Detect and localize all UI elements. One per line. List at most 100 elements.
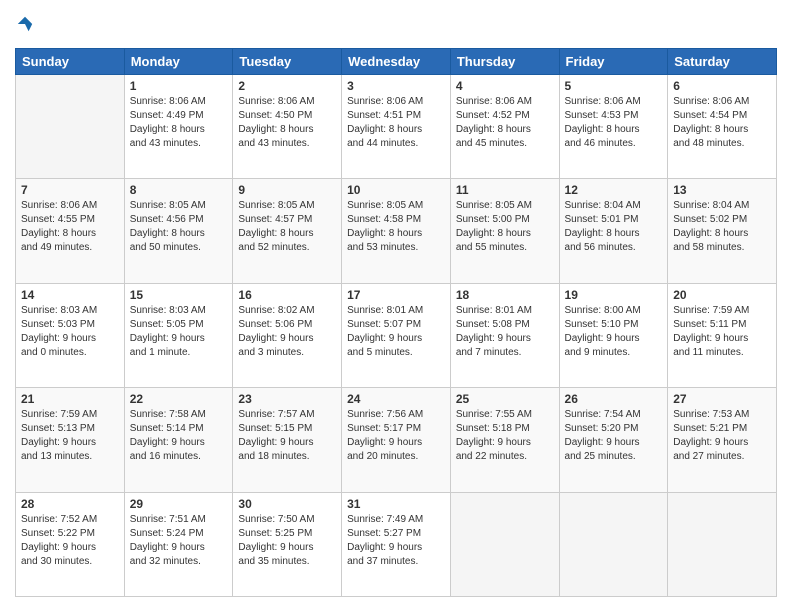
day-info: Sunrise: 8:06 AM Sunset: 4:53 PM Dayligh… <box>565 95 663 151</box>
calendar-cell: 23 Sunrise: 7:57 AM Sunset: 5:15 PM Dayli… <box>233 388 342 492</box>
calendar-header-tuesday: Tuesday <box>233 49 342 75</box>
day-info: Sunrise: 7:52 AM Sunset: 5:22 PM Dayligh… <box>21 513 119 569</box>
calendar-header-saturday: Saturday <box>668 49 777 75</box>
day-number: 19 <box>565 288 663 302</box>
day-number: 12 <box>565 183 663 197</box>
calendar-cell: 3 Sunrise: 8:06 AM Sunset: 4:51 PM Daylig… <box>342 75 451 179</box>
day-number: 3 <box>347 79 445 93</box>
day-info: Sunrise: 7:53 AM Sunset: 5:21 PM Dayligh… <box>673 408 771 464</box>
day-info: Sunrise: 8:04 AM Sunset: 5:01 PM Dayligh… <box>565 199 663 255</box>
logo-icon <box>16 15 34 33</box>
day-info: Sunrise: 8:04 AM Sunset: 5:02 PM Dayligh… <box>673 199 771 255</box>
calendar-header-friday: Friday <box>559 49 668 75</box>
calendar-week-row: 14 Sunrise: 8:03 AM Sunset: 5:03 PM Dayli… <box>16 283 777 387</box>
calendar-cell: 13 Sunrise: 8:04 AM Sunset: 5:02 PM Dayli… <box>668 179 777 283</box>
day-info: Sunrise: 8:01 AM Sunset: 5:07 PM Dayligh… <box>347 304 445 360</box>
day-info: Sunrise: 8:00 AM Sunset: 5:10 PM Dayligh… <box>565 304 663 360</box>
calendar-header-wednesday: Wednesday <box>342 49 451 75</box>
day-number: 30 <box>238 497 336 511</box>
calendar-header-sunday: Sunday <box>16 49 125 75</box>
day-info: Sunrise: 7:49 AM Sunset: 5:27 PM Dayligh… <box>347 513 445 569</box>
calendar-cell: 28 Sunrise: 7:52 AM Sunset: 5:22 PM Dayli… <box>16 492 125 596</box>
day-number: 25 <box>456 392 554 406</box>
calendar-cell: 8 Sunrise: 8:05 AM Sunset: 4:56 PM Daylig… <box>124 179 233 283</box>
day-number: 6 <box>673 79 771 93</box>
calendar-header-monday: Monday <box>124 49 233 75</box>
calendar-cell: 5 Sunrise: 8:06 AM Sunset: 4:53 PM Daylig… <box>559 75 668 179</box>
calendar-cell: 22Sunrise: 7:58 AM Sunset: 5:14 PM Dayli… <box>124 388 233 492</box>
day-info: Sunrise: 8:06 AM Sunset: 4:49 PM Dayligh… <box>130 95 228 151</box>
day-number: 23 <box>238 392 336 406</box>
calendar-cell: 4 Sunrise: 8:06 AM Sunset: 4:52 PM Daylig… <box>450 75 559 179</box>
day-number: 1 <box>130 79 228 93</box>
day-number: 2 <box>238 79 336 93</box>
day-info: Sunrise: 7:51 AM Sunset: 5:24 PM Dayligh… <box>130 513 228 569</box>
calendar-cell: 26 Sunrise: 7:54 AM Sunset: 5:20 PM Dayli… <box>559 388 668 492</box>
calendar-cell: 25 Sunrise: 7:55 AM Sunset: 5:18 PM Dayli… <box>450 388 559 492</box>
day-info: Sunrise: 7:56 AM Sunset: 5:17 PM Dayligh… <box>347 408 445 464</box>
day-number: 13 <box>673 183 771 197</box>
calendar-cell: 2 Sunrise: 8:06 AM Sunset: 4:50 PM Daylig… <box>233 75 342 179</box>
calendar-cell: 17 Sunrise: 8:01 AM Sunset: 5:07 PM Dayli… <box>342 283 451 387</box>
calendar-cell: 15 Sunrise: 8:03 AM Sunset: 5:05 PM Dayli… <box>124 283 233 387</box>
calendar-cell: 27 Sunrise: 7:53 AM Sunset: 5:21 PM Dayli… <box>668 388 777 492</box>
day-number: 18 <box>456 288 554 302</box>
day-info: Sunrise: 7:50 AM Sunset: 5:25 PM Dayligh… <box>238 513 336 569</box>
day-number: 28 <box>21 497 119 511</box>
day-number: 31 <box>347 497 445 511</box>
day-number: 8 <box>130 183 228 197</box>
day-number: 5 <box>565 79 663 93</box>
calendar-cell: 29Sunrise: 7:51 AM Sunset: 5:24 PM Dayli… <box>124 492 233 596</box>
calendar-cell: 7 Sunrise: 8:06 AM Sunset: 4:55 PM Daylig… <box>16 179 125 283</box>
calendar-header-thursday: Thursday <box>450 49 559 75</box>
calendar-cell: 20 Sunrise: 7:59 AM Sunset: 5:11 PM Dayli… <box>668 283 777 387</box>
day-number: 15 <box>130 288 228 302</box>
calendar-cell <box>450 492 559 596</box>
calendar-week-row: 1 Sunrise: 8:06 AM Sunset: 4:49 PM Daylig… <box>16 75 777 179</box>
calendar-cell: 30 Sunrise: 7:50 AM Sunset: 5:25 PM Dayli… <box>233 492 342 596</box>
calendar-week-row: 7 Sunrise: 8:06 AM Sunset: 4:55 PM Daylig… <box>16 179 777 283</box>
day-info: Sunrise: 8:06 AM Sunset: 4:55 PM Dayligh… <box>21 199 119 255</box>
day-number: 17 <box>347 288 445 302</box>
calendar-cell: 19 Sunrise: 8:00 AM Sunset: 5:10 PM Dayli… <box>559 283 668 387</box>
day-number: 22 <box>130 392 228 406</box>
calendar-cell: 12 Sunrise: 8:04 AM Sunset: 5:01 PM Dayli… <box>559 179 668 283</box>
calendar-cell: 31 Sunrise: 7:49 AM Sunset: 5:27 PM Dayli… <box>342 492 451 596</box>
calendar-table: SundayMondayTuesdayWednesdayThursdayFrid… <box>15 48 777 597</box>
calendar-cell <box>559 492 668 596</box>
day-number: 16 <box>238 288 336 302</box>
day-number: 4 <box>456 79 554 93</box>
day-info: Sunrise: 8:06 AM Sunset: 4:52 PM Dayligh… <box>456 95 554 151</box>
day-info: Sunrise: 8:05 AM Sunset: 4:58 PM Dayligh… <box>347 199 445 255</box>
day-info: Sunrise: 8:03 AM Sunset: 5:05 PM Dayligh… <box>130 304 228 360</box>
day-number: 7 <box>21 183 119 197</box>
day-info: Sunrise: 7:59 AM Sunset: 5:11 PM Dayligh… <box>673 304 771 360</box>
calendar-cell: 6 Sunrise: 8:06 AM Sunset: 4:54 PM Daylig… <box>668 75 777 179</box>
day-number: 14 <box>21 288 119 302</box>
calendar-cell: 21 Sunrise: 7:59 AM Sunset: 5:13 PM Dayli… <box>16 388 125 492</box>
calendar-cell: 11Sunrise: 8:05 AM Sunset: 5:00 PM Dayli… <box>450 179 559 283</box>
day-info: Sunrise: 8:02 AM Sunset: 5:06 PM Dayligh… <box>238 304 336 360</box>
day-info: Sunrise: 8:06 AM Sunset: 4:54 PM Dayligh… <box>673 95 771 151</box>
day-info: Sunrise: 7:55 AM Sunset: 5:18 PM Dayligh… <box>456 408 554 464</box>
day-info: Sunrise: 7:59 AM Sunset: 5:13 PM Dayligh… <box>21 408 119 464</box>
day-number: 24 <box>347 392 445 406</box>
day-number: 21 <box>21 392 119 406</box>
day-info: Sunrise: 7:54 AM Sunset: 5:20 PM Dayligh… <box>565 408 663 464</box>
day-info: Sunrise: 7:57 AM Sunset: 5:15 PM Dayligh… <box>238 408 336 464</box>
calendar-cell: 10Sunrise: 8:05 AM Sunset: 4:58 PM Dayli… <box>342 179 451 283</box>
day-info: Sunrise: 8:05 AM Sunset: 4:57 PM Dayligh… <box>238 199 336 255</box>
day-number: 26 <box>565 392 663 406</box>
day-info: Sunrise: 8:05 AM Sunset: 5:00 PM Dayligh… <box>456 199 554 255</box>
day-info: Sunrise: 8:06 AM Sunset: 4:50 PM Dayligh… <box>238 95 336 151</box>
logo <box>15 15 34 38</box>
day-number: 9 <box>238 183 336 197</box>
day-number: 20 <box>673 288 771 302</box>
day-info: Sunrise: 8:06 AM Sunset: 4:51 PM Dayligh… <box>347 95 445 151</box>
calendar-cell <box>668 492 777 596</box>
day-number: 27 <box>673 392 771 406</box>
day-info: Sunrise: 8:01 AM Sunset: 5:08 PM Dayligh… <box>456 304 554 360</box>
day-info: Sunrise: 8:03 AM Sunset: 5:03 PM Dayligh… <box>21 304 119 360</box>
calendar-cell: 16 Sunrise: 8:02 AM Sunset: 5:06 PM Dayli… <box>233 283 342 387</box>
day-info: Sunrise: 8:05 AM Sunset: 4:56 PM Dayligh… <box>130 199 228 255</box>
